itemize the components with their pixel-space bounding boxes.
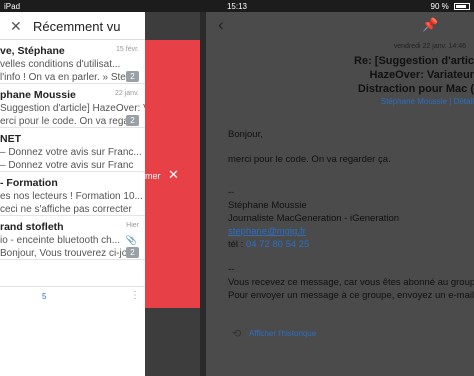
list-footer: 5 ⋮ [0,286,145,306]
history-icon: ⟲ [232,328,242,340]
attachment-icon: 📎 [125,235,137,245]
list-item[interactable]: phane Moussie 22 janv. Suggestion d'arti… [0,85,168,128]
item-subject: io - enceinte bluetooth ch... [0,235,121,246]
signature-name: Stéphane Moussie [228,200,307,211]
item-sender: phane Moussie [0,89,76,101]
list-item[interactable]: - Formation es nos lecteurs ! Formation … [0,173,145,216]
close-icon[interactable]: ✕ [10,18,22,35]
show-history-label: Afficher l'historique [249,329,317,338]
item-subject: Suggestion d'article] HazeOver: Vari... [0,103,169,114]
item-preview: erci pour le code. On va regar [0,116,133,127]
subject-line: Distraction pour Mac ( [357,83,474,95]
signature-role: Journaliste MacGeneration - iGeneration [228,213,400,224]
phone-label: tél : [228,239,244,250]
body-text: merci pour le code. On va regarder ça. [228,154,391,165]
group-notice: Pour envoyer un message à ce groupe, env… [228,290,474,301]
status-bar: iPad 15:13 90 % [0,0,474,12]
email-sender-link[interactable]: Stéphane Moussie | Détail [381,97,474,106]
signature-separator: -- [228,187,235,198]
item-preview: l'info ! On va en parler. » Ste [0,72,126,83]
phone-link[interactable]: 04 72 80 54 25 [246,239,309,250]
swipe-dismiss-action[interactable]: mer ✕ [145,40,200,308]
item-date: 15 févr. [116,46,139,53]
email-subject: Re: [Suggestion d'artic HazeOver: Variat… [354,54,474,96]
battery-indicator: 90 % [431,2,470,11]
thread-count-badge: 2 [126,115,139,126]
close-icon[interactable]: ✕ [168,167,179,183]
list-item[interactable]: rand stofleth Hier 📎 io - enceinte bluet… [0,217,145,260]
greeting: Bonjour, [228,129,263,140]
signature-email-link[interactable]: stephane@mgig.fr [228,226,306,239]
item-subject: – Donnez votre avis sur Franc... [0,147,142,158]
subject-line: HazeOver: Variateur [369,69,474,81]
item-subject: velles conditions d'utilisat... [0,59,121,70]
email-toolbar: ‹ 📌 [206,12,474,40]
show-history-button[interactable]: ⟲ Afficher l'historique [232,327,316,340]
item-preview: – Donnez votre avis sur Franc [0,160,134,171]
thread-count-badge: 2 [126,247,139,258]
item-preview: Bonjour, Vous trouverez ci-jo [0,248,128,259]
item-sender: ve, Stéphane [0,45,65,57]
panel-title: Récemment vu [33,19,121,34]
thread-count-badge: 2 [126,71,139,82]
more-options-icon[interactable]: ⋮ [130,290,140,301]
email-view: ‹ 📌 vendredi 22 janv. 14:46 Re: [Suggest… [206,12,474,376]
item-sender: - Formation [0,177,58,189]
clock: 15:13 [226,2,248,11]
recently-viewed-header: ✕ Récemment vu [0,12,145,40]
subject-line: Re: [Suggestion d'artic [354,55,474,67]
battery-icon [454,3,470,10]
pin-icon[interactable]: 📌 [422,17,438,33]
item-date: 22 janv. [115,90,139,97]
swipe-action-label: mer [145,171,161,181]
item-date: Hier [126,222,139,229]
item-sender: rand stofleth [0,221,64,233]
back-chevron-icon[interactable]: ‹ [218,15,224,35]
list-item[interactable]: ve, Stéphane 15 févr. velles conditions … [0,41,145,84]
battery-percent: 90 % [430,2,449,11]
item-subject: es nos lecteurs ! Formation 10... [0,191,143,202]
dimmed-area [145,308,200,376]
recently-viewed-panel: ✕ Récemment vu ve, Stéphane 15 févr. vel… [0,12,168,376]
footer-separator: -- [228,264,235,275]
item-preview: ceci ne s'affiche pas correcter [0,204,132,215]
list-item[interactable]: NET – Donnez votre avis sur Franc... – D… [0,129,145,172]
item-sender: NET [0,133,21,145]
signature-phone: tél : 04 72 80 54 25 [228,239,309,252]
group-notice: Vous recevez ce message, car vous êtes a… [228,277,474,288]
email-date: vendredi 22 janv. 14:46 [393,43,466,50]
item-count: 5 [42,292,47,301]
dimmed-area [145,12,200,40]
